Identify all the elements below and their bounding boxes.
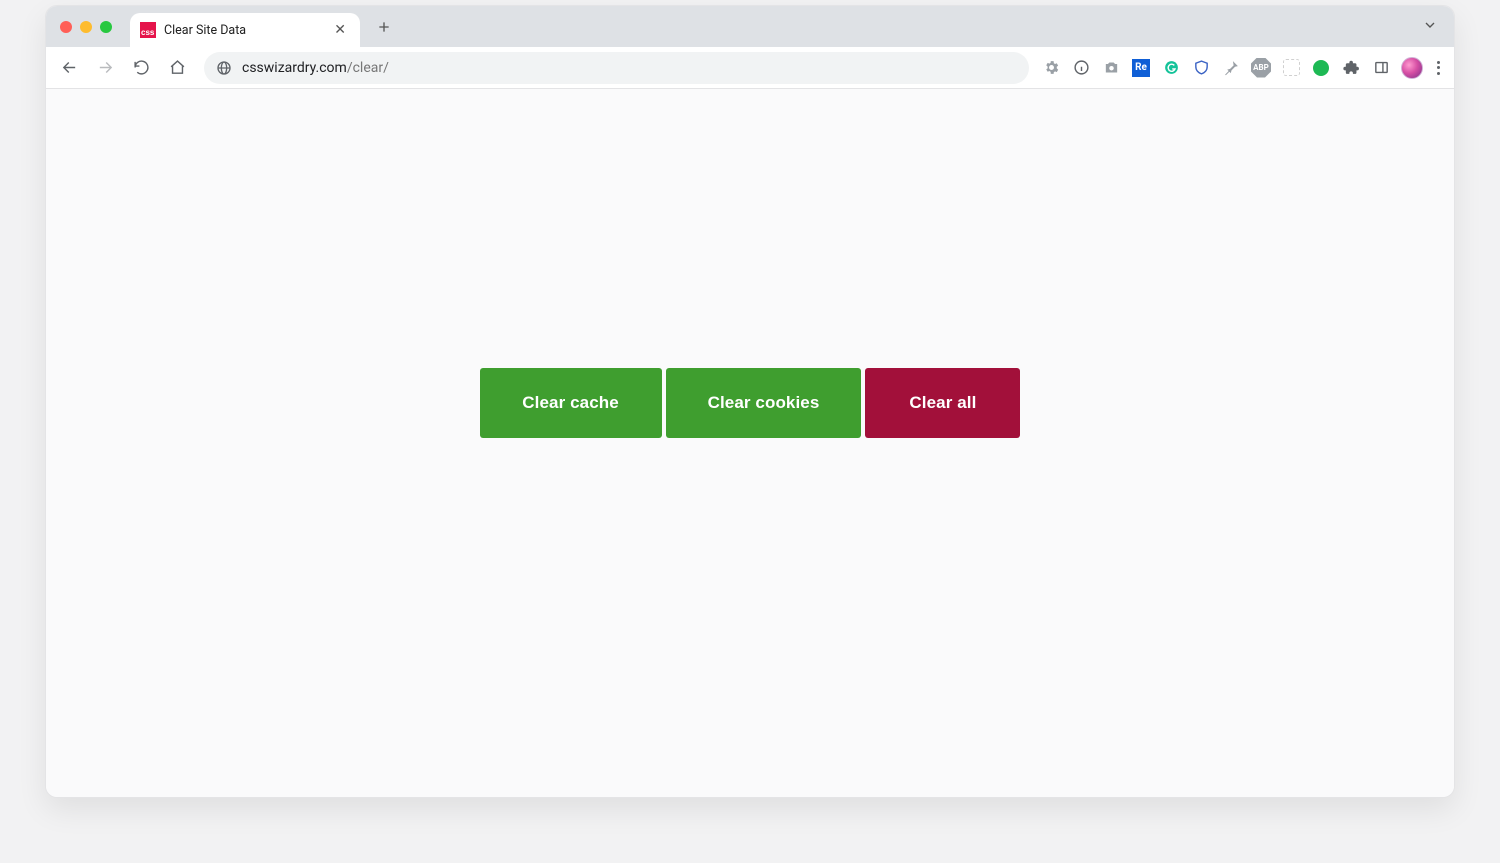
url-path: /clear/ xyxy=(347,60,389,76)
nav-reload-button[interactable] xyxy=(126,53,156,83)
extension-camera-icon[interactable] xyxy=(1101,58,1121,78)
nav-home-button[interactable] xyxy=(162,53,192,83)
side-panel-icon[interactable] xyxy=(1371,58,1391,78)
clear-all-button[interactable]: Clear all xyxy=(865,368,1020,438)
extension-blank-icon[interactable] xyxy=(1281,58,1301,78)
window-controls xyxy=(60,21,112,33)
extension-shield-icon[interactable] xyxy=(1191,58,1211,78)
tab-strip: css Clear Site Data ✕ xyxy=(46,6,1454,47)
site-info-icon[interactable] xyxy=(216,60,232,76)
url-text: csswizardry.com/clear/ xyxy=(242,60,389,76)
extension-abp-icon[interactable]: ABP xyxy=(1251,58,1271,78)
window-maximize-icon[interactable] xyxy=(100,21,112,33)
extension-pin-icon[interactable] xyxy=(1221,58,1241,78)
page-viewport: Clear cache Clear cookies Clear all xyxy=(46,89,1454,797)
tab-close-icon[interactable]: ✕ xyxy=(330,21,350,39)
favicon-icon: css xyxy=(140,22,156,38)
address-bar[interactable]: csswizardry.com/clear/ xyxy=(204,52,1029,84)
extension-info-icon[interactable] xyxy=(1071,58,1091,78)
browser-window: css Clear Site Data ✕ csswizardry.com/cl… xyxy=(45,5,1455,798)
extension-grammarly-icon[interactable] xyxy=(1161,58,1181,78)
button-row: Clear cache Clear cookies Clear all xyxy=(480,368,1021,438)
extensions-row: Re ABP xyxy=(1041,57,1446,79)
tab-list-chevron-icon[interactable] xyxy=(1414,13,1446,41)
url-host: csswizardry.com xyxy=(242,60,347,76)
new-tab-button[interactable] xyxy=(370,13,398,41)
profile-avatar-icon[interactable] xyxy=(1401,57,1423,79)
clear-cache-button[interactable]: Clear cache xyxy=(480,368,662,438)
chrome-menu-icon[interactable] xyxy=(1433,57,1444,79)
nav-back-button[interactable] xyxy=(54,53,84,83)
tab-active[interactable]: css Clear Site Data ✕ xyxy=(130,13,360,47)
nav-forward-button[interactable] xyxy=(90,53,120,83)
extension-re-icon[interactable]: Re xyxy=(1131,58,1151,78)
extension-green-dot-icon[interactable] xyxy=(1311,58,1331,78)
window-minimize-icon[interactable] xyxy=(80,21,92,33)
clear-cookies-button[interactable]: Clear cookies xyxy=(666,368,862,438)
window-close-icon[interactable] xyxy=(60,21,72,33)
extension-gear-icon[interactable] xyxy=(1041,58,1061,78)
toolbar: csswizardry.com/clear/ Re xyxy=(46,47,1454,89)
extensions-puzzle-icon[interactable] xyxy=(1341,58,1361,78)
tab-title: Clear Site Data xyxy=(164,23,322,38)
